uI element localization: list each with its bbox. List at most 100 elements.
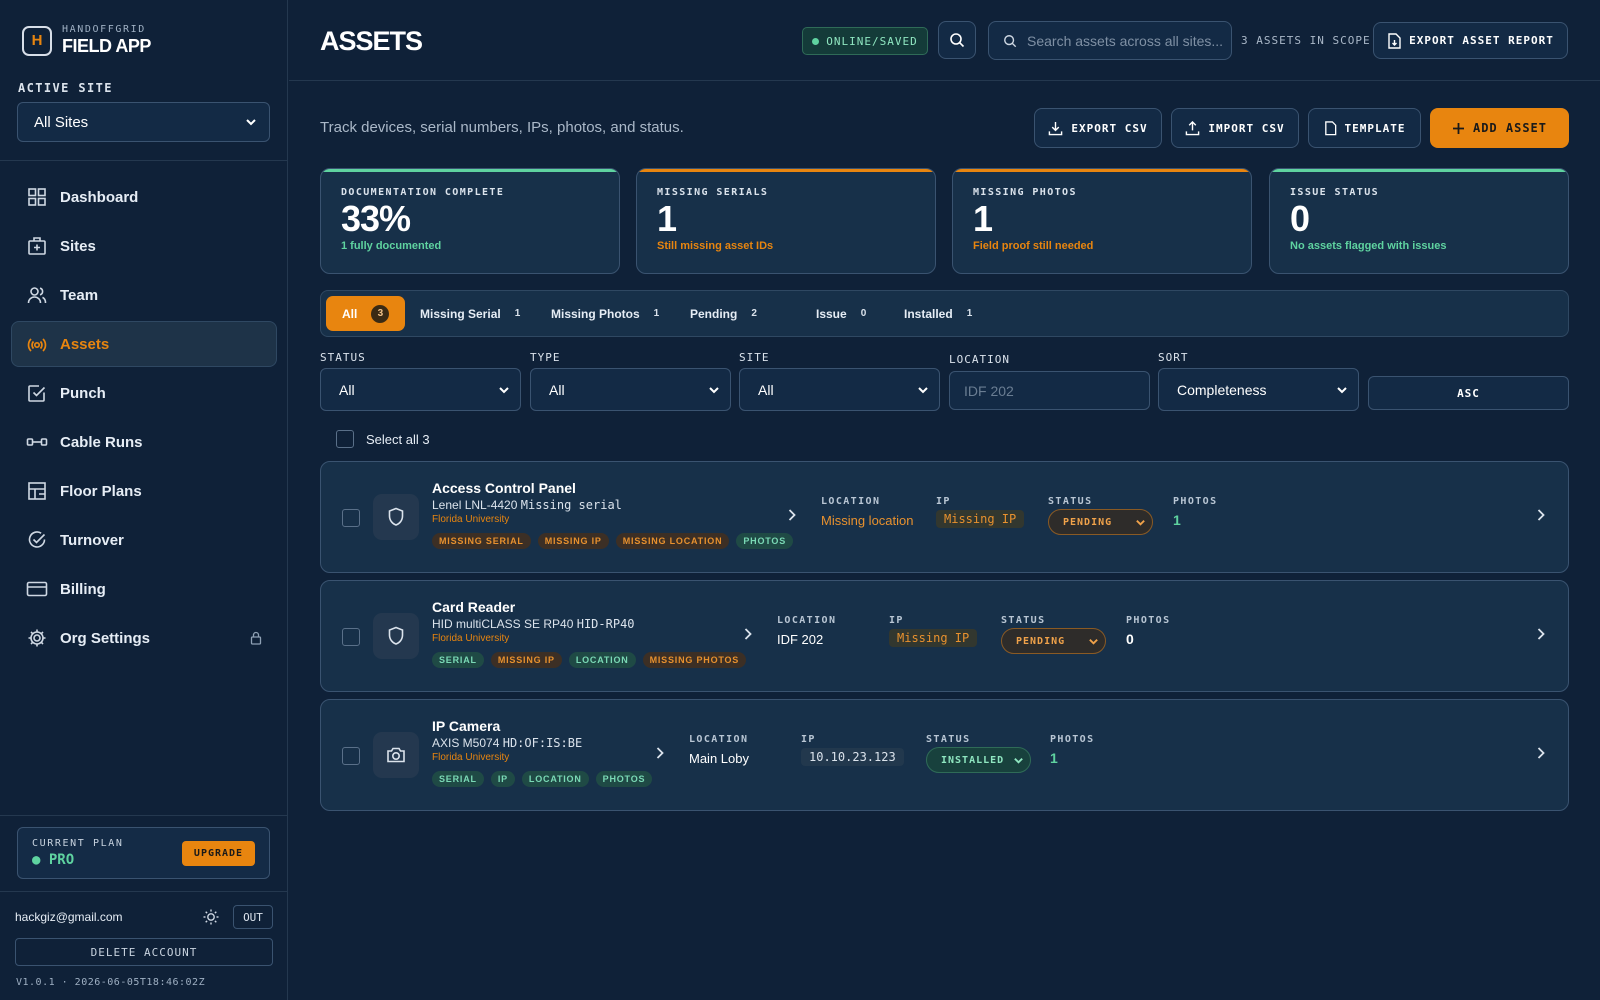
search-icon — [949, 32, 965, 48]
asset-select-checkbox[interactable] — [342, 628, 360, 646]
filter-tab-label: Missing Photos — [551, 306, 640, 321]
filter-tab-count: 0 — [860, 308, 867, 319]
ip-value: Missing IP — [889, 629, 978, 647]
sidebar-item-floor-plans[interactable]: Floor Plans — [11, 468, 277, 514]
filter-tab-all[interactable]: All 3 — [326, 296, 406, 331]
card-icon — [26, 578, 48, 600]
sidebar-item-sites[interactable]: Sites — [11, 223, 277, 269]
sidebar-item-label: Billing — [60, 580, 106, 598]
active-site-select[interactable]: All Sites — [17, 102, 270, 142]
sidebar-item-turnover[interactable]: Turnover — [11, 517, 277, 563]
location-filter-input[interactable]: IDF 202 — [949, 371, 1150, 410]
divider — [0, 815, 288, 816]
sort-direction-button[interactable]: ASC — [1368, 376, 1569, 410]
status-value: INSTALLED — [941, 754, 1005, 766]
status-select[interactable]: PENDING — [1048, 509, 1153, 535]
file-export-icon — [1387, 32, 1401, 49]
asset-tags: SERIAL MISSING IP LOCATION MISSING PHOTOS — [432, 652, 747, 668]
filter-tab-count: 1 — [966, 308, 973, 319]
export-asset-report-button[interactable]: EXPORT ASSET REPORT — [1373, 22, 1568, 59]
chevron-down-icon — [1336, 384, 1348, 396]
filter-tab-missing-photos[interactable]: Missing Photos 1 — [535, 296, 675, 331]
sidebar-item-cable-runs[interactable]: Cable Runs — [11, 419, 277, 465]
export-csv-button[interactable]: EXPORT CSV — [1034, 108, 1162, 148]
sidebar-item-org-settings[interactable]: Org Settings — [11, 615, 277, 661]
status-label: STATUS — [1001, 615, 1046, 626]
version-label: V1.0.1 · 2026-06-05T18:46:02Z — [16, 977, 206, 988]
sign-out-button[interactable]: OUT — [233, 905, 273, 929]
ip-label: IP — [936, 496, 951, 507]
status-select[interactable]: PENDING — [1001, 628, 1106, 654]
stat-card-subtext: 1 fully documented — [341, 240, 442, 252]
status-label: STATUS — [1048, 496, 1093, 507]
template-button[interactable]: TEMPLATE — [1308, 108, 1421, 148]
location-label: LOCATION — [821, 496, 881, 507]
asset-select-checkbox[interactable] — [342, 509, 360, 527]
location-label: LOCATION — [689, 734, 749, 745]
sidebar-item-billing[interactable]: Billing — [11, 566, 277, 612]
ip-value: Missing IP — [936, 510, 1025, 528]
tag-serial: SERIAL — [432, 652, 484, 668]
sidebar-item-assets[interactable]: Assets — [11, 321, 277, 367]
select-all-checkbox[interactable] — [336, 430, 354, 448]
asset-site: Florida University — [432, 633, 510, 644]
open-asset-chevron-icon[interactable] — [1536, 627, 1546, 641]
select-all[interactable]: Select all 3 — [336, 430, 430, 448]
asset-location: LOCATION Missing location — [821, 496, 914, 528]
expand-chevron-icon[interactable] — [743, 627, 753, 641]
stat-card-subtext: Still missing asset IDs — [657, 240, 774, 252]
add-asset-button[interactable]: ADD ASSET — [1430, 108, 1569, 148]
chevron-down-icon — [1013, 755, 1024, 766]
brand[interactable]: H HANDOFFGRID FIELD APP — [22, 24, 151, 57]
sidebar-item-team[interactable]: Team — [11, 272, 277, 318]
expand-chevron-icon[interactable] — [655, 746, 665, 760]
search-field[interactable] — [988, 21, 1232, 60]
card-accent-bar — [953, 169, 1251, 172]
sync-status-badge: ONLINE/SAVED — [802, 27, 928, 55]
filter-tab-pending[interactable]: Pending 2 — [674, 296, 773, 331]
asset-row[interactable]: IP Camera AXIS M5074 HD:OF:IS:BE Florida U… — [320, 699, 1569, 811]
asset-location: LOCATION Main Loby — [689, 734, 749, 766]
filter-tab-missing-serial[interactable]: Missing Serial 1 — [404, 296, 536, 331]
asset-row[interactable]: Card Reader HID multiCLASS SE RP40 HID-RP… — [320, 580, 1569, 692]
card-accent-bar — [637, 169, 935, 172]
cable-icon — [26, 431, 48, 453]
asset-row[interactable]: Access Control Panel Lenel LNL-4420 Missi… — [320, 461, 1569, 573]
stat-card-label: ISSUE STATUS — [1290, 187, 1380, 198]
filter-tab-issue[interactable]: Issue 0 — [800, 296, 882, 331]
search-button[interactable] — [938, 21, 976, 59]
top-header: ASSETS ONLINE/SAVED 3 ASSETS IN SCOPE EX… — [289, 0, 1600, 81]
site-filter-select[interactable]: All — [739, 368, 940, 411]
check-circle-icon — [26, 529, 48, 551]
tag-missing-serial: MISSING SERIAL — [432, 533, 531, 549]
sidebar-nav: Dashboard Sites Team Assets Punch Cable Runs F… — [11, 174, 277, 664]
tag-photos: PHOTOS — [736, 533, 794, 549]
tag-missing-photos: MISSING PHOTOS — [642, 652, 747, 668]
expand-chevron-icon[interactable] — [787, 508, 797, 522]
tag-missing-ip: MISSING IP — [537, 533, 609, 549]
delete-account-button[interactable]: DELETE ACCOUNT — [15, 938, 273, 966]
open-asset-chevron-icon[interactable] — [1536, 508, 1546, 522]
status-filter-select[interactable]: All — [320, 368, 521, 411]
asset-model-line: Lenel LNL-4420 Missing serial — [432, 498, 793, 512]
sidebar-item-punch[interactable]: Punch — [11, 370, 277, 416]
status-select[interactable]: INSTALLED — [926, 747, 1031, 773]
stat-card-value: 33% — [341, 198, 411, 239]
theme-toggle-icon[interactable] — [203, 909, 219, 925]
asset-photos: PHOTOS 1 — [1050, 734, 1095, 766]
search-input[interactable] — [1027, 32, 1223, 49]
sort-value: Completeness — [1177, 381, 1267, 398]
import-csv-button[interactable]: IMPORT CSV — [1171, 108, 1299, 148]
ip-value: 10.10.23.123 — [801, 748, 904, 766]
search-icon — [1003, 34, 1017, 48]
users-icon — [26, 284, 48, 306]
filter-tab-installed[interactable]: Installed 1 — [888, 296, 988, 331]
open-asset-chevron-icon[interactable] — [1536, 746, 1546, 760]
asset-select-checkbox[interactable] — [342, 747, 360, 765]
sidebar-item-dashboard[interactable]: Dashboard — [11, 174, 277, 220]
sort-select[interactable]: Completeness — [1158, 368, 1359, 411]
asset-info: IP Camera AXIS M5074 HD:OF:IS:BE Florida U… — [432, 718, 653, 787]
select-all-label: Select all 3 — [366, 431, 430, 447]
type-filter-select[interactable]: All — [530, 368, 731, 411]
upgrade-button[interactable]: UPGRADE — [182, 841, 255, 866]
